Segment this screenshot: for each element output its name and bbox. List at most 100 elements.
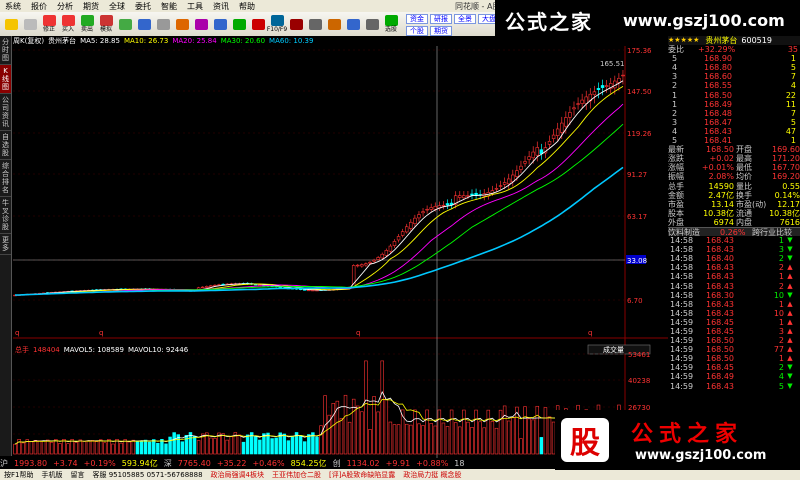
toolbar-button[interactable] (344, 18, 362, 30)
toolbar-button[interactable] (230, 18, 248, 30)
bottom-link[interactable]: 政治局强调4板块 (207, 470, 268, 480)
toolbar-button[interactable] (306, 18, 324, 30)
menu-item[interactable]: 全球 (104, 1, 130, 12)
toolbar-button[interactable] (287, 18, 305, 30)
bottom-link[interactable]: 政治局力挺 概念股 (399, 470, 465, 480)
bottom-link[interactable]: 按F1帮助 (0, 470, 37, 480)
left-nav-tab[interactable]: K线图 (0, 65, 11, 94)
weibi-label: 委比 (668, 45, 684, 55)
left-nav-tab[interactable]: 分时图 (0, 36, 11, 65)
toolbar-button[interactable] (363, 18, 381, 30)
stat-label: 市盈(动) (736, 199, 767, 209)
bottom-link[interactable]: 王亚伟加仓二股 (268, 470, 325, 480)
menu-item[interactable]: 工具 (182, 1, 208, 12)
volume-bar (506, 420, 511, 455)
candle-body (421, 211, 425, 214)
sell-order-row: 4 168.80 5 (668, 63, 800, 72)
bottom-link[interactable]: 客服 95105885 0571-56768888 (88, 470, 206, 480)
toolbar-button[interactable]: F10/F9 (267, 15, 287, 33)
period-label[interactable]: 周K(复权) (13, 36, 44, 46)
toolbar-chip[interactable]: 研报 (430, 14, 452, 24)
toolbar-button[interactable] (154, 18, 172, 30)
menu-item[interactable]: 分析 (52, 1, 78, 12)
toolbar-button[interactable] (135, 18, 153, 30)
left-nav-tab[interactable]: 综合排名 (0, 160, 11, 197)
toolbar-button[interactable] (192, 18, 210, 30)
bottom-link[interactable]: 留言 (66, 470, 88, 480)
toolbar-button[interactable] (325, 18, 343, 30)
volume-bar (543, 407, 548, 455)
candle-body (555, 128, 560, 136)
toolbar-button[interactable]: 卖出 (78, 15, 96, 33)
toolbar-button[interactable] (173, 18, 191, 30)
left-nav-tab[interactable]: 自选股 (0, 131, 11, 160)
volume-bar (466, 421, 470, 455)
menu-item[interactable]: 帮助 (234, 1, 260, 12)
toolbar-button[interactable] (21, 18, 39, 30)
candle-body (576, 103, 580, 105)
volume-bar (356, 405, 360, 455)
index-status-item: 7765.40 (177, 458, 211, 468)
toolbar-chip[interactable]: 期货 (430, 26, 452, 36)
left-nav-tab[interactable]: 牛叉诊股 (0, 197, 11, 234)
volume-bar (347, 421, 352, 455)
tick-price: 168.40 (706, 254, 734, 264)
quote-stat-row: 最新 168.50 开盘 169.60 (668, 145, 800, 154)
tick-row: 14:59 168.50 2 ▲ (668, 336, 800, 345)
left-nav-tab[interactable]: 公司资讯 (0, 94, 11, 131)
volume-bar (139, 440, 144, 455)
menu-item[interactable]: 智能 (156, 1, 182, 12)
candle-body (417, 214, 421, 219)
menu-item[interactable]: 委托 (130, 1, 156, 12)
tick-row: 14:59 168.45 1 ▲ (668, 318, 800, 327)
volume-bar (445, 426, 450, 455)
tick-volume: 5 (778, 381, 784, 391)
quote-stat-row: 市盈 13.14 市盈(动) 12.17 (668, 200, 800, 209)
toolbar-button[interactable]: 买入 (59, 15, 77, 33)
toolbar-button[interactable] (2, 18, 20, 30)
toolbar-button[interactable]: 模拟 (97, 15, 115, 33)
kline-chart[interactable]: 175.36 147.50 119.26 91.27 63.17 33.08 6.70 165… (13, 46, 668, 458)
index-status-item: 1993.80 (14, 458, 48, 468)
tick-row: 14:58 168.43 3 ▼ (668, 245, 800, 254)
chart-header: 周K(复权) 贵州茅台 MA5: 28.85 MA10: 26.73 MA20:… (13, 36, 653, 46)
menu-item[interactable]: 期货 (78, 1, 104, 12)
candle-body (441, 204, 446, 207)
left-nav-tab[interactable]: 更多 (0, 234, 11, 255)
toolbar-button[interactable] (211, 18, 229, 30)
tick-volume: 3 (778, 327, 784, 336)
menu-item[interactable]: 资讯 (208, 1, 234, 12)
tick-volume: 10 (773, 308, 784, 318)
toolbar-button[interactable]: 修正 (40, 15, 58, 33)
menu-item[interactable]: 系统 (0, 1, 26, 12)
toolbar-chip[interactable]: 个股 (406, 26, 428, 36)
toolbar-button[interactable]: 选股 (382, 15, 400, 33)
index-status-item: +0.19% (83, 458, 116, 468)
tick-time: 14:58 (670, 290, 694, 300)
ticker-header[interactable]: 饮料制造 0.26% 跨行业比较 (668, 226, 800, 237)
toolbar-chip[interactable]: 资金 (406, 14, 428, 24)
toolbar-chip[interactable]: 全景 (454, 14, 476, 24)
stat-value: 171.20 (772, 154, 800, 164)
toolbar-button[interactable] (249, 18, 267, 30)
stat-value: 0.55 (782, 181, 800, 191)
toolbar-icon (156, 18, 170, 30)
bottom-link[interactable]: [评]A股致命缺陷显露 (325, 470, 399, 480)
toolbar-icon (308, 18, 322, 30)
tick-row: 14:58 168.40 2 ▼ (668, 254, 800, 263)
bottom-link[interactable]: 手机版 (37, 470, 66, 480)
candle-body (425, 208, 429, 211)
tick-time: 14:59 (670, 327, 694, 336)
candle-body (396, 236, 401, 241)
toolbar-button[interactable] (116, 18, 134, 30)
volume-bar (131, 439, 136, 455)
order-volume: 1 (790, 136, 796, 146)
toolbar-icon (175, 18, 189, 30)
candle-body (364, 263, 368, 266)
order-level: 1 (672, 99, 678, 109)
stat-label: 振幅 (668, 172, 684, 182)
industry-compare-link[interactable]: 跨行业比较 (752, 228, 800, 237)
menu-item[interactable]: 报价 (26, 1, 52, 12)
candle-body (209, 285, 213, 288)
order-price: 168.90 (704, 54, 732, 64)
